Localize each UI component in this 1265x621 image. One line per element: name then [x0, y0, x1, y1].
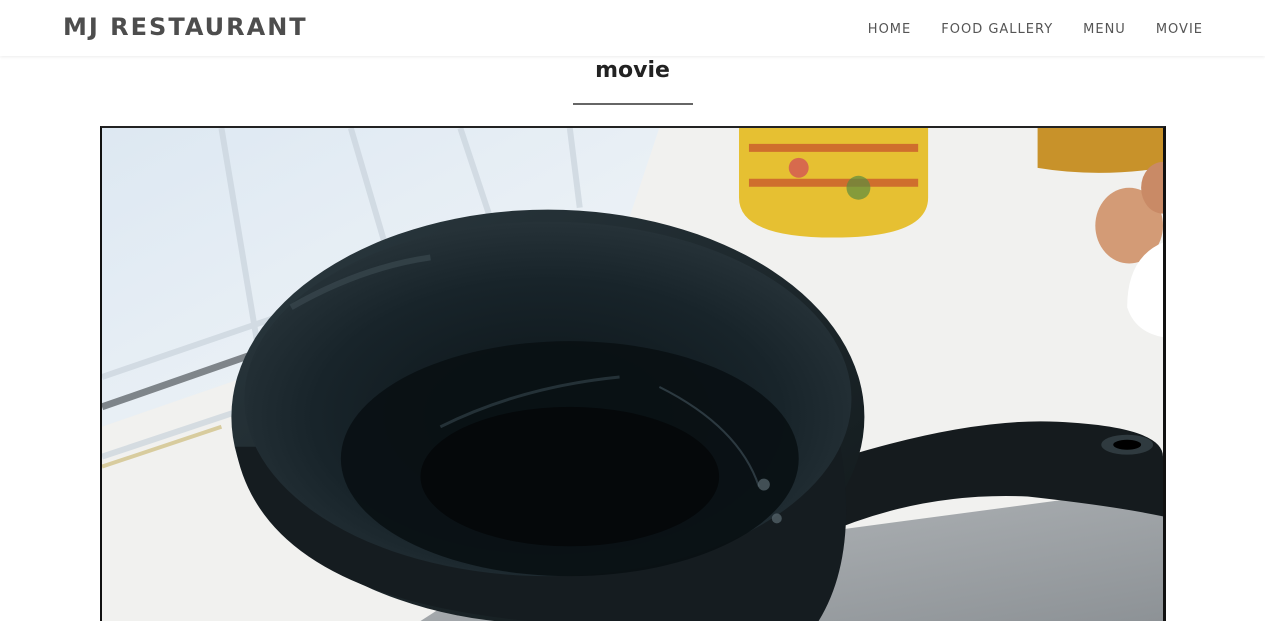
nav-item-menu: MENU [1083, 18, 1126, 37]
main-nav: HOME FOOD GALLERY MENU MOVIE [868, 18, 1203, 37]
nav-link-menu[interactable]: MENU [1083, 22, 1126, 37]
video-player[interactable] [100, 126, 1166, 621]
section-title: movie [595, 58, 670, 83]
nav-link-movie[interactable]: MOVIE [1156, 22, 1203, 37]
nav-link-home[interactable]: HOME [868, 22, 911, 37]
video-frame-image [102, 128, 1163, 621]
title-underline [573, 103, 693, 105]
nav-item-movie: MOVIE [1156, 18, 1203, 37]
nav-item-food-gallery: FOOD GALLERY [941, 18, 1053, 37]
nav-link-food-gallery[interactable]: FOOD GALLERY [941, 22, 1053, 37]
top-navbar: MJ RESTAURANT HOME FOOD GALLERY MENU MOV… [0, 0, 1265, 56]
nav-item-home: HOME [868, 18, 911, 37]
brand-logo-link[interactable]: MJ RESTAURANT [63, 13, 308, 41]
